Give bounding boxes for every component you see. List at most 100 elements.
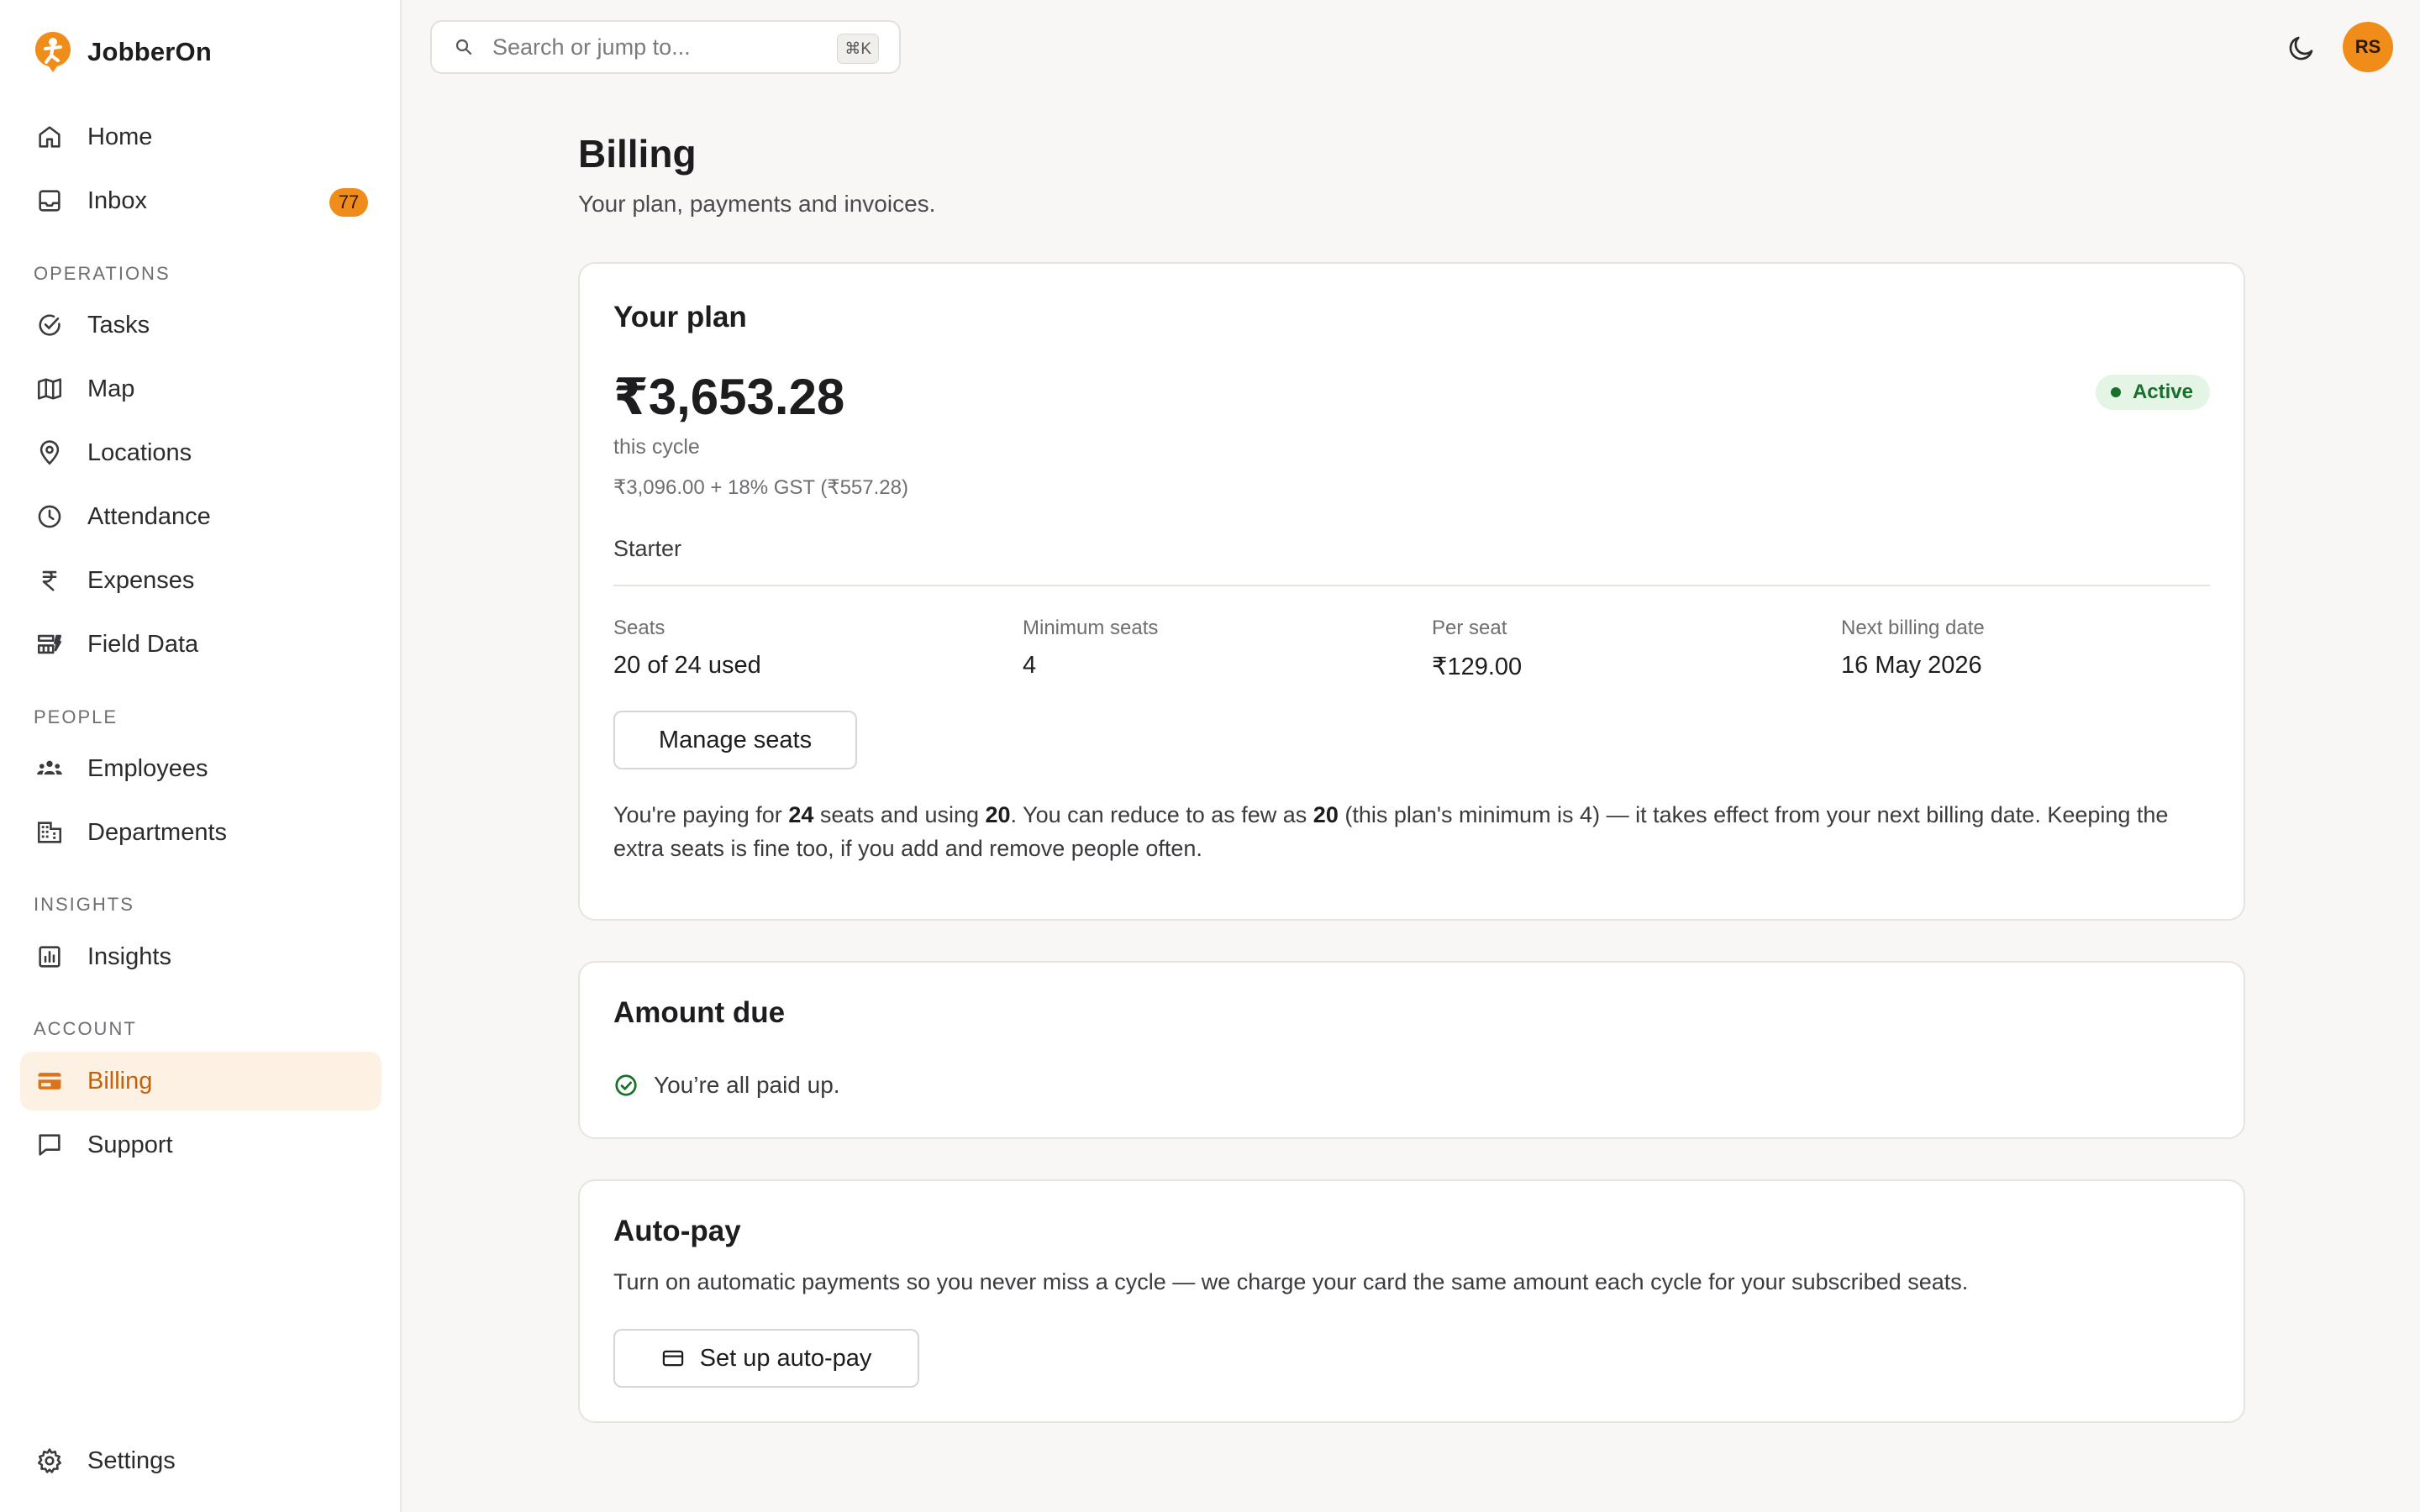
stat-label: Seats [613, 617, 666, 639]
stat-value: 4 [1023, 652, 1037, 679]
stat-minimum-seats: Minimum seats 4 [1023, 617, 1158, 680]
stat-label: Per seat [1432, 617, 1507, 639]
setup-autopay-label: Set up auto-pay [699, 1344, 872, 1372]
check-circle-icon [34, 309, 66, 341]
plan-name: Starter [613, 536, 682, 561]
home-icon [34, 121, 66, 153]
search-shortcut-hint: ⌘K [837, 34, 879, 64]
seats-note-text: You're paying for [613, 802, 789, 827]
credit-card-icon [662, 1350, 683, 1367]
plan-card: Your plan ₹3,653.28 Active this cycle ₹3… [578, 262, 2245, 921]
sidebar-item-tasks[interactable]: Tasks [20, 296, 381, 354]
sidebar-item-inbox[interactable]: Inbox 77 [20, 171, 381, 230]
brand[interactable]: JobberOn [34, 30, 212, 74]
rupee-icon [34, 564, 66, 596]
stat-value: ₹129.00 [1432, 654, 1523, 680]
sidebar-item-label: Expenses [87, 566, 195, 594]
stat-label: Minimum seats [1023, 617, 1159, 639]
paid-status: You’re all paid up. [613, 1072, 840, 1099]
divider [613, 585, 2210, 586]
sidebar: JobberOn Home Inbox 77 OPERATIONS Tasks … [0, 0, 402, 1512]
global-search[interactable]: ⌘K [430, 20, 901, 74]
paid-seats-count: 24 [788, 802, 814, 827]
seats-note: You're paying for 24 seats and using 20.… [613, 798, 2210, 865]
sidebar-item-departments[interactable]: Departments [20, 803, 381, 862]
amount-due-card: Amount due You’re all paid up. [578, 961, 2245, 1139]
sidebar-item-employees[interactable]: Employees [20, 739, 381, 798]
sidebar-item-insights[interactable]: Insights [20, 927, 381, 986]
sidebar-item-attendance[interactable]: Attendance [20, 487, 381, 546]
sidebar-item-label: Settings [87, 1446, 176, 1474]
sidebar-item-field-data[interactable]: Field Data [20, 615, 381, 674]
sidebar-item-locations[interactable]: Locations [20, 423, 381, 482]
brand-name: JobberOn [87, 37, 213, 66]
status-dot-icon [2110, 387, 2121, 397]
sidebar-item-label: Field Data [87, 630, 199, 658]
sidebar-item-expenses[interactable]: Expenses [20, 551, 381, 610]
sidebar-item-label: Tasks [87, 311, 150, 339]
autopay-title: Auto-pay [613, 1215, 741, 1247]
min-reduce-count: 20 [1313, 802, 1339, 827]
sidebar-item-label: Inbox [87, 186, 147, 214]
plan-amount: ₹3,653.28 [613, 369, 845, 425]
brand-logo-icon [35, 32, 71, 72]
stat-next-billing-date: Next billing date 16 May 2026 [1841, 617, 1985, 680]
section-label-account: ACCOUNT [34, 1018, 137, 1039]
seats-note-text: . You can reduce to as few as [1010, 802, 1313, 827]
map-icon [34, 373, 66, 405]
clock-icon [34, 501, 66, 533]
sidebar-item-billing[interactable]: Billing [20, 1052, 381, 1110]
message-icon [34, 1129, 66, 1161]
sidebar-item-settings[interactable]: Settings [20, 1431, 381, 1490]
setup-autopay-button[interactable]: Set up auto-pay [613, 1329, 919, 1388]
sidebar-item-label: Home [87, 123, 153, 150]
field-data-icon [34, 628, 66, 660]
user-avatar[interactable]: RS [2343, 22, 2393, 72]
sidebar-item-map[interactable]: Map [20, 360, 381, 418]
sidebar-item-label: Insights [87, 942, 171, 970]
used-seats-count: 20 [985, 802, 1011, 827]
theme-toggle-button[interactable] [2282, 29, 2321, 67]
stat-per-seat: Per seat ₹129.00 [1432, 617, 1522, 681]
sidebar-item-label: Departments [87, 818, 228, 846]
gear-icon [34, 1445, 66, 1477]
autopay-description: Turn on automatic payments so you never … [613, 1269, 1969, 1294]
plan-card-title: Your plan [613, 301, 747, 333]
sidebar-item-label: Locations [87, 438, 192, 466]
stat-value: 16 May 2026 [1841, 652, 1982, 679]
search-icon [455, 39, 472, 55]
sidebar-item-support[interactable]: Support [20, 1116, 381, 1174]
status-badge: Active [2095, 375, 2210, 410]
seats-note-text: seats and using [813, 802, 986, 827]
check-circle-icon [615, 1074, 637, 1096]
page-subtitle: Your plan, payments and invoices. [578, 191, 936, 217]
status-badge-label: Active [2132, 381, 2193, 403]
amount-due-title: Amount due [613, 996, 786, 1029]
inbox-icon [34, 185, 66, 217]
sidebar-item-label: Map [87, 375, 135, 402]
sidebar-item-label: Employees [87, 754, 208, 782]
search-input[interactable] [491, 33, 822, 61]
moon-icon [2289, 36, 2313, 60]
inbox-count-badge: 77 [329, 188, 368, 217]
sidebar-item-label: Support [87, 1131, 173, 1158]
section-label-operations: OPERATIONS [34, 263, 171, 284]
building-icon [34, 816, 66, 848]
paid-status-text: You’re all paid up. [654, 1072, 840, 1098]
manage-seats-button[interactable]: Manage seats [613, 711, 857, 769]
bar-chart-icon [34, 941, 66, 973]
people-icon [34, 753, 66, 785]
cycle-label: this cycle [613, 435, 700, 459]
sidebar-item-home[interactable]: Home [20, 108, 381, 166]
section-label-insights: INSIGHTS [34, 894, 134, 915]
autopay-card: Auto-pay Turn on automatic payments so y… [578, 1179, 2245, 1423]
stat-value: 20 of 24 used [613, 652, 761, 679]
location-pin-icon [34, 437, 66, 469]
page-title: Billing [578, 132, 697, 176]
stat-seats: Seats 20 of 24 used [613, 617, 761, 680]
amount-breakdown: ₹3,096.00 + 18% GST (₹557.28) [613, 476, 908, 499]
sidebar-item-label: Attendance [87, 502, 211, 530]
section-label-people: PEOPLE [34, 706, 118, 727]
credit-card-icon [34, 1065, 66, 1097]
sidebar-item-label: Billing [87, 1067, 153, 1095]
